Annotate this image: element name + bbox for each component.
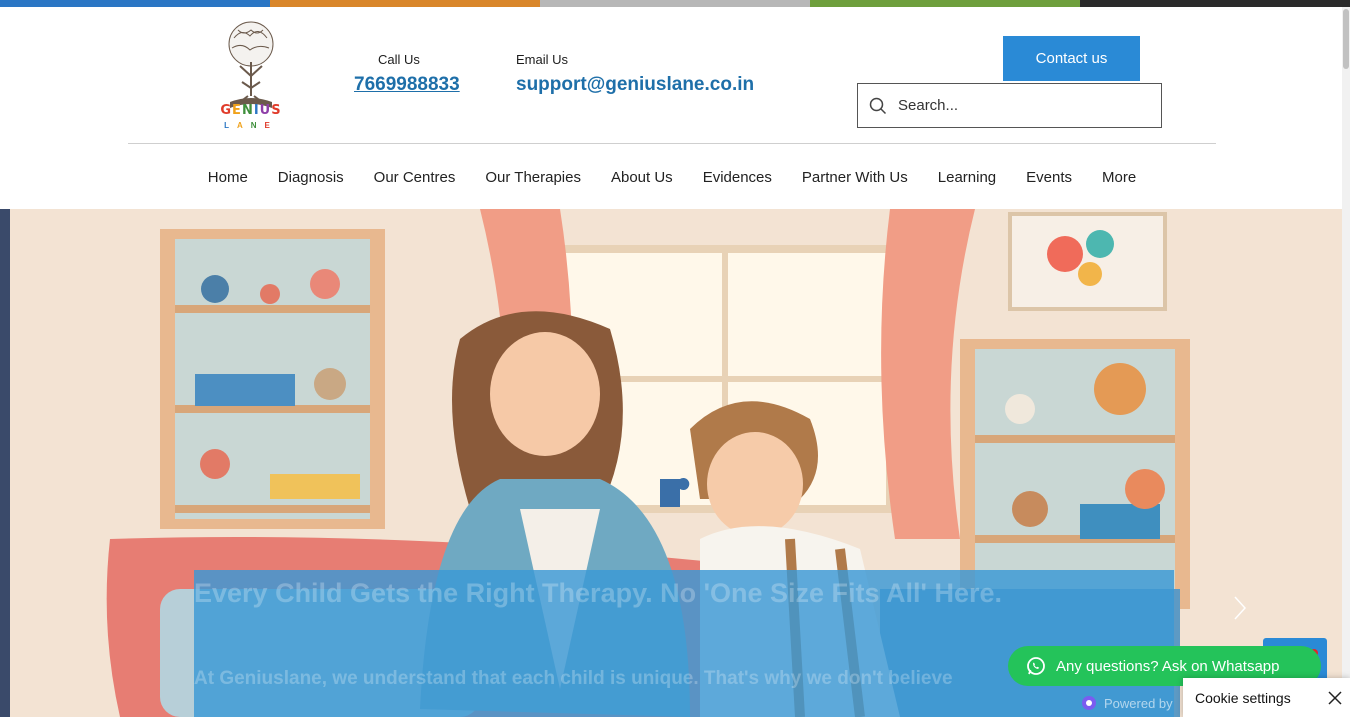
- phone-number-link[interactable]: 7669988833: [354, 74, 460, 96]
- hero-headline: Every Child Gets the Right Therapy. No '…: [194, 578, 1003, 608]
- nav-item-home[interactable]: Home: [193, 169, 263, 186]
- nav-item-learning[interactable]: Learning: [923, 169, 1011, 186]
- cookie-settings-button[interactable]: Cookie settings: [1183, 690, 1320, 706]
- page-scrollbar[interactable]: [1342, 7, 1350, 717]
- nav-item-diagnosis[interactable]: Diagnosis: [263, 169, 359, 186]
- search-box[interactable]: [857, 83, 1162, 128]
- whatsapp-icon: [1027, 657, 1045, 675]
- nav-item-our-centres[interactable]: Our Centres: [359, 169, 471, 186]
- close-icon[interactable]: [1320, 683, 1350, 713]
- hero-text-overlay: Every Child Gets the Right Therapy. No '…: [194, 570, 1174, 717]
- search-input[interactable]: [898, 97, 1148, 114]
- nav-item-partner-with-us[interactable]: Partner With Us: [787, 169, 923, 186]
- nav-item-our-therapies[interactable]: Our Therapies: [470, 169, 596, 186]
- search-icon: [858, 83, 898, 128]
- top-color-bar: [0, 0, 1350, 7]
- logo-tagline: LANE: [224, 121, 278, 130]
- call-us-label: Call Us: [378, 52, 420, 67]
- nav-item-about-us[interactable]: About Us: [596, 169, 688, 186]
- whatsapp-label: Any questions? Ask on Whatsapp: [1056, 657, 1280, 675]
- logo-wordmark: GENIUS: [220, 103, 282, 118]
- cookie-settings-bar: Cookie settings: [1183, 678, 1350, 717]
- nav-item-evidences[interactable]: Evidences: [688, 169, 787, 186]
- email-link[interactable]: support@geniuslane.co.in: [516, 74, 754, 96]
- contact-us-button[interactable]: Contact us: [1003, 36, 1140, 81]
- nav-item-more[interactable]: More: [1087, 169, 1151, 186]
- chevron-right-icon[interactable]: [1230, 593, 1250, 623]
- nav-item-events[interactable]: Events: [1011, 169, 1087, 186]
- brand-icon: [1082, 696, 1096, 710]
- main-navigation: Home Diagnosis Our Centres Our Therapies…: [128, 144, 1216, 210]
- powered-by-badge[interactable]: Powered by: [1080, 694, 1173, 712]
- powered-by-label: Powered by: [1104, 695, 1173, 711]
- email-us-label: Email Us: [516, 52, 569, 67]
